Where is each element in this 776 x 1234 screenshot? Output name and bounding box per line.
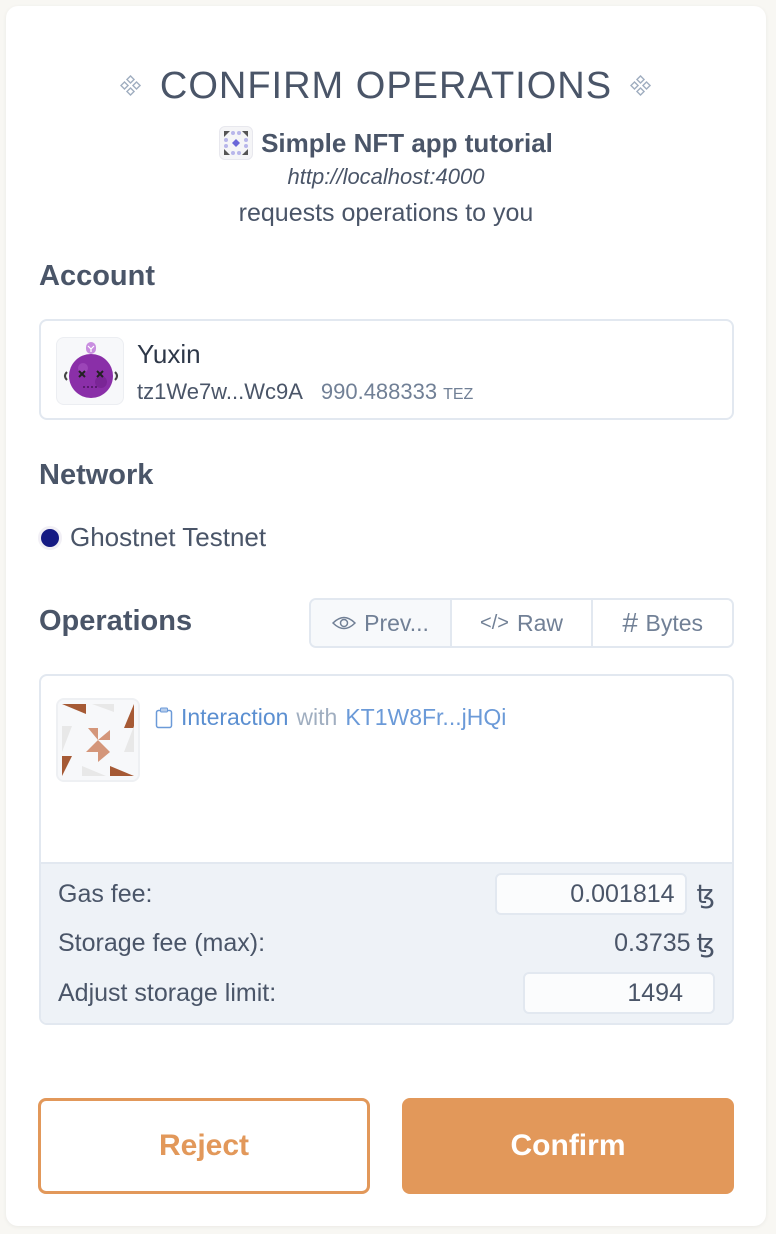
page-title: CONFIRM OPERATIONS xyxy=(159,64,613,107)
storage-fee-label: Storage fee (max): xyxy=(58,928,266,957)
storage-limit-row: Adjust storage limit: 1494 xyxy=(58,971,715,1015)
storage-limit-input[interactable]: 1494 xyxy=(523,972,715,1014)
account-section-title: Account xyxy=(39,260,155,292)
app-logo-icon xyxy=(219,126,254,160)
title-row: CONFIRM OPERATIONS xyxy=(6,62,766,110)
balance-unit: TEZ xyxy=(443,386,474,403)
account-balance: 990.488333 TEZ xyxy=(321,379,473,405)
account-card[interactable]: Yuxin tz1We7w...Wc9A 990.488333 TEZ xyxy=(39,319,734,420)
operations-section-title: Operations xyxy=(39,605,193,637)
tab-raw-label: Raw xyxy=(516,609,563,636)
app-url: http://localhost:4000 xyxy=(287,164,485,189)
gas-fee-row: Gas fee: 0.001814 ꜩ xyxy=(58,872,715,916)
operation-kind: Interaction xyxy=(181,704,289,730)
contract-identicon xyxy=(56,698,140,782)
confirm-button[interactable]: Confirm xyxy=(402,1098,734,1194)
account-avatar xyxy=(56,337,124,405)
network-status-dot-icon xyxy=(38,525,62,550)
contract-address-link[interactable]: KT1W8Fr...jHQi xyxy=(345,704,506,731)
code-icon: </> xyxy=(480,611,509,634)
account-name: Yuxin xyxy=(137,339,201,369)
storage-fee-value: 0.3735 xyxy=(614,928,691,957)
operation-connector: with xyxy=(296,704,338,730)
network-section-title: Network xyxy=(39,459,154,491)
storage-limit-label: Adjust storage limit: xyxy=(58,978,277,1007)
robot-avatar-icon xyxy=(64,342,118,398)
app-info: Simple NFT app tutorial xyxy=(6,126,766,160)
request-text: requests operations to you xyxy=(238,199,534,227)
network-name: Ghostnet Testnet xyxy=(70,522,267,552)
balance-amount: 990.488333 xyxy=(320,379,438,404)
tab-bytes[interactable]: # Bytes xyxy=(593,600,732,646)
operations-view-tabs: Prev... </> Raw # Bytes xyxy=(309,598,734,648)
hash-icon: # xyxy=(621,607,638,638)
tez-currency-icon: ꜩ xyxy=(696,878,715,909)
tab-bytes-label: Bytes xyxy=(645,609,704,636)
operation-item[interactable]: Interaction with KT1W8Fr...jHQi xyxy=(155,704,506,731)
operations-panel: Interaction with KT1W8Fr...jHQi Gas fee:… xyxy=(39,674,734,1025)
reject-button[interactable]: Reject xyxy=(38,1098,370,1194)
eye-icon xyxy=(332,616,357,630)
network-indicator: Ghostnet Testnet xyxy=(38,522,266,553)
tab-raw[interactable]: </> Raw xyxy=(452,600,593,646)
tez-currency-icon: ꜩ xyxy=(696,927,715,958)
fees-panel: Gas fee: 0.001814 ꜩ Storage fee (max): 0… xyxy=(41,862,732,1023)
app-name: Simple NFT app tutorial xyxy=(261,127,553,158)
clipboard-icon xyxy=(155,707,173,728)
gas-fee-label: Gas fee: xyxy=(58,879,153,908)
tab-preview-label: Prev... xyxy=(364,609,429,636)
account-address: tz1We7w...Wc9A xyxy=(137,379,303,404)
diamond-ornament-icon xyxy=(630,75,652,97)
tab-preview[interactable]: Prev... xyxy=(311,600,452,646)
storage-fee-row: Storage fee (max): 0.3735 ꜩ xyxy=(58,921,715,965)
contract-identicon-icon xyxy=(58,700,138,780)
header: CONFIRM OPERATIONS Simple NFT app tutori… xyxy=(6,62,766,230)
gas-fee-input[interactable]: 0.001814 xyxy=(494,873,687,915)
diamond-ornament-icon xyxy=(119,75,141,97)
account-details: tz1We7w...Wc9A 990.488333 TEZ xyxy=(137,379,473,405)
confirm-operations-card: CONFIRM OPERATIONS Simple NFT app tutori… xyxy=(6,6,766,1226)
